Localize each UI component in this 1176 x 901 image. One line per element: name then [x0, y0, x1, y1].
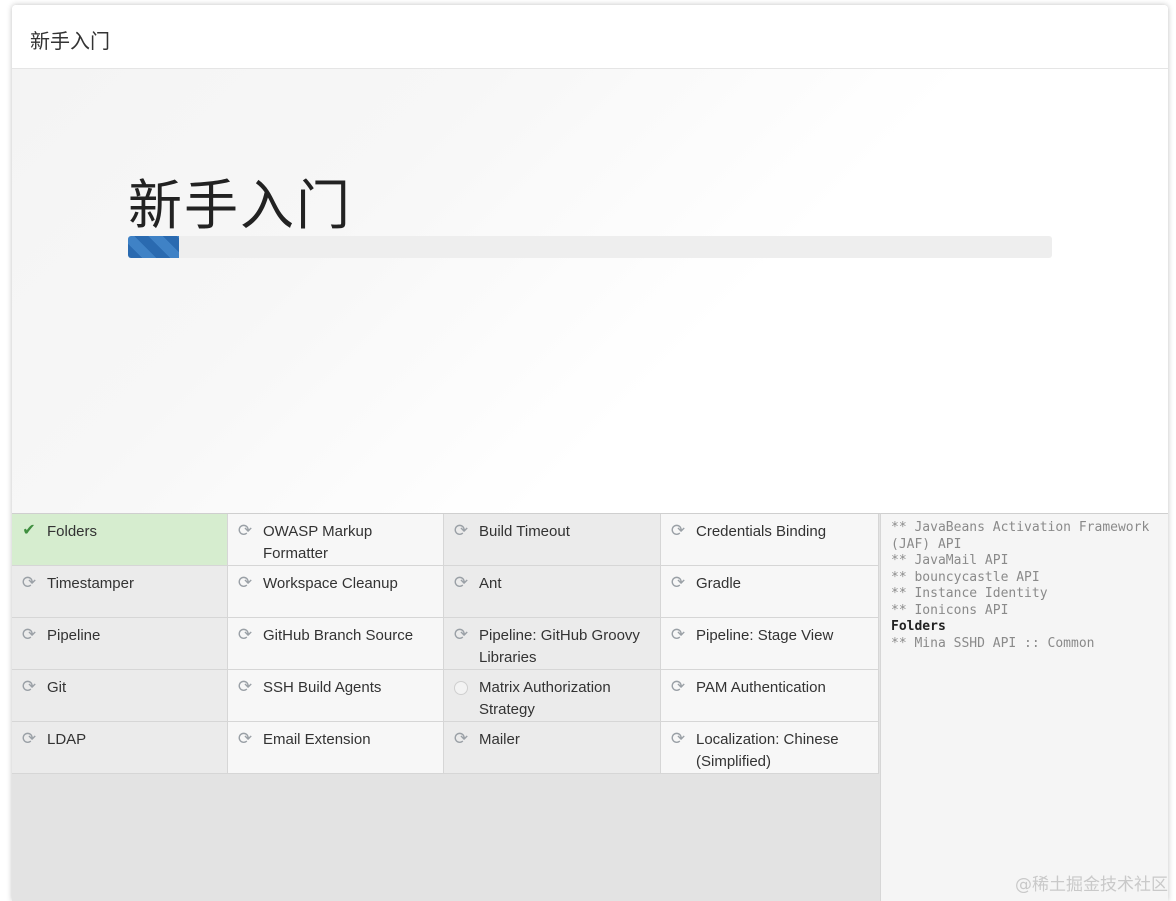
plugin-cell: ⟳ Gradle — [661, 566, 879, 618]
check-icon: ✔ — [22, 522, 36, 539]
plugin-cell: ⟳ Localization: Chinese (Simplified) — [661, 722, 879, 774]
plugin-cell: ⟳ Build Timeout — [444, 514, 661, 566]
plugin-name: Credentials Binding — [696, 523, 827, 540]
sync-icon: ⟳ — [453, 521, 469, 540]
plugin-cell: ⟳ Pipeline: Stage View — [661, 618, 879, 670]
sync-icon: ⟳ — [670, 729, 686, 748]
plugin-name: OWASP Markup Formatter — [263, 523, 373, 562]
plugin-name: Timestamper — [47, 575, 134, 592]
plugin-name: Mailer — [479, 731, 520, 748]
plugin-name: LDAP — [47, 731, 87, 748]
sync-icon: ⟳ — [237, 677, 253, 696]
sync-icon: ⟳ — [237, 625, 253, 644]
plugin-cell: ⟳ Pipeline: GitHub Groovy Libraries — [444, 618, 661, 670]
plugin-cell: Matrix Authorization Strategy — [444, 670, 661, 722]
screen: 新手入门 新手入门 ✔ Folders ⟳ OWASP Markup Formatte… — [0, 0, 1176, 901]
sync-icon: ⟳ — [237, 729, 253, 748]
plugin-name: Build Timeout — [479, 523, 570, 540]
plugin-name: Pipeline: Stage View — [696, 627, 834, 644]
plugin-name: PAM Authentication — [696, 679, 826, 696]
plugin-name: Matrix Authorization Strategy — [479, 679, 611, 718]
plugin-cell: ⟳ Credentials Binding — [661, 514, 879, 566]
sync-icon: ⟳ — [670, 625, 686, 644]
plugin-name: Localization: Chinese (Simplified) — [696, 731, 839, 770]
install-log-panel[interactable]: ** JavaBeans Activation Framework (JAF) … — [880, 513, 1168, 901]
sync-icon: ⟳ — [21, 573, 37, 592]
plugin-cell: ⟳ Workspace Cleanup — [228, 566, 444, 618]
plugin-name: Gradle — [696, 575, 742, 592]
log-line: ** JavaBeans Activation Framework (JAF) … — [891, 520, 1158, 552]
pending-icon — [454, 681, 468, 695]
plugin-cell: ⟳ Git — [12, 670, 228, 722]
plugin-name: Email Extension — [263, 731, 371, 748]
plugin-cell: ⟳ Timestamper — [12, 566, 228, 618]
install-progress-bar — [128, 236, 1052, 258]
plugin-cell: ⟳ Email Extension — [228, 722, 444, 774]
watermark: @稀土掘金技术社区 — [1015, 875, 1168, 895]
log-line: ** Ionicons API — [891, 602, 1009, 618]
plugin-name: Pipeline — [47, 627, 101, 644]
sync-icon: ⟳ — [453, 729, 469, 748]
plugin-cell: ⟳ Ant — [444, 566, 661, 618]
sync-icon: ⟳ — [670, 573, 686, 592]
sync-icon: ⟳ — [21, 625, 37, 644]
sync-icon: ⟳ — [237, 521, 253, 540]
plugin-cell: ⟳ GitHub Branch Source — [228, 618, 444, 670]
sync-icon: ⟳ — [453, 573, 469, 592]
log-line: ** Mina SSHD API :: Common — [891, 635, 1095, 651]
sync-icon: ⟳ — [670, 521, 686, 540]
window-title: 新手入门 — [30, 29, 110, 53]
sync-icon: ⟳ — [21, 677, 37, 696]
plugin-cell: ⟳ OWASP Markup Formatter — [228, 514, 444, 566]
sync-icon: ⟳ — [21, 729, 37, 748]
page-title: 新手入门 — [128, 174, 352, 237]
plugin-install-grid: ✔ Folders ⟳ OWASP Markup Formatter ⟳ Build Ti… — [12, 513, 880, 901]
setup-wizard-window: 新手入门 新手入门 ✔ Folders ⟳ OWASP Markup Formatte… — [12, 5, 1168, 901]
log-line: ** bouncycastle API — [891, 569, 1040, 585]
plugin-table: ✔ Folders ⟳ OWASP Markup Formatter ⟳ Build Ti… — [12, 514, 880, 774]
hero-section: 新手入门 — [12, 69, 1168, 513]
plugin-cell: ⟳ SSH Build Agents — [228, 670, 444, 722]
plugin-cell: ⟳ LDAP — [12, 722, 228, 774]
log-line: ** Instance Identity — [891, 586, 1048, 601]
plugin-name: Folders — [47, 523, 98, 540]
plugin-name: SSH Build Agents — [263, 679, 382, 696]
window-titlebar: 新手入门 — [12, 5, 1168, 69]
plugin-name: Ant — [479, 575, 502, 592]
plugin-cell: ⟳ Mailer — [444, 722, 661, 774]
plugin-name: Git — [47, 679, 67, 696]
plugin-name: GitHub Branch Source — [263, 627, 414, 644]
plugin-cell: ⟳ PAM Authentication — [661, 670, 879, 722]
install-progress-fill — [128, 236, 179, 258]
plugin-cell: ⟳ Pipeline — [12, 618, 228, 670]
sync-icon: ⟳ — [453, 625, 469, 644]
sync-icon: ⟳ — [670, 677, 686, 696]
plugin-name: Pipeline: GitHub Groovy Libraries — [479, 627, 640, 666]
log-line: Folders — [891, 619, 946, 634]
sync-icon: ⟳ — [237, 573, 253, 592]
log-line: ** JavaMail API — [891, 553, 1009, 568]
plugin-name: Workspace Cleanup — [263, 575, 398, 592]
plugin-cell: ✔ Folders — [12, 514, 228, 566]
